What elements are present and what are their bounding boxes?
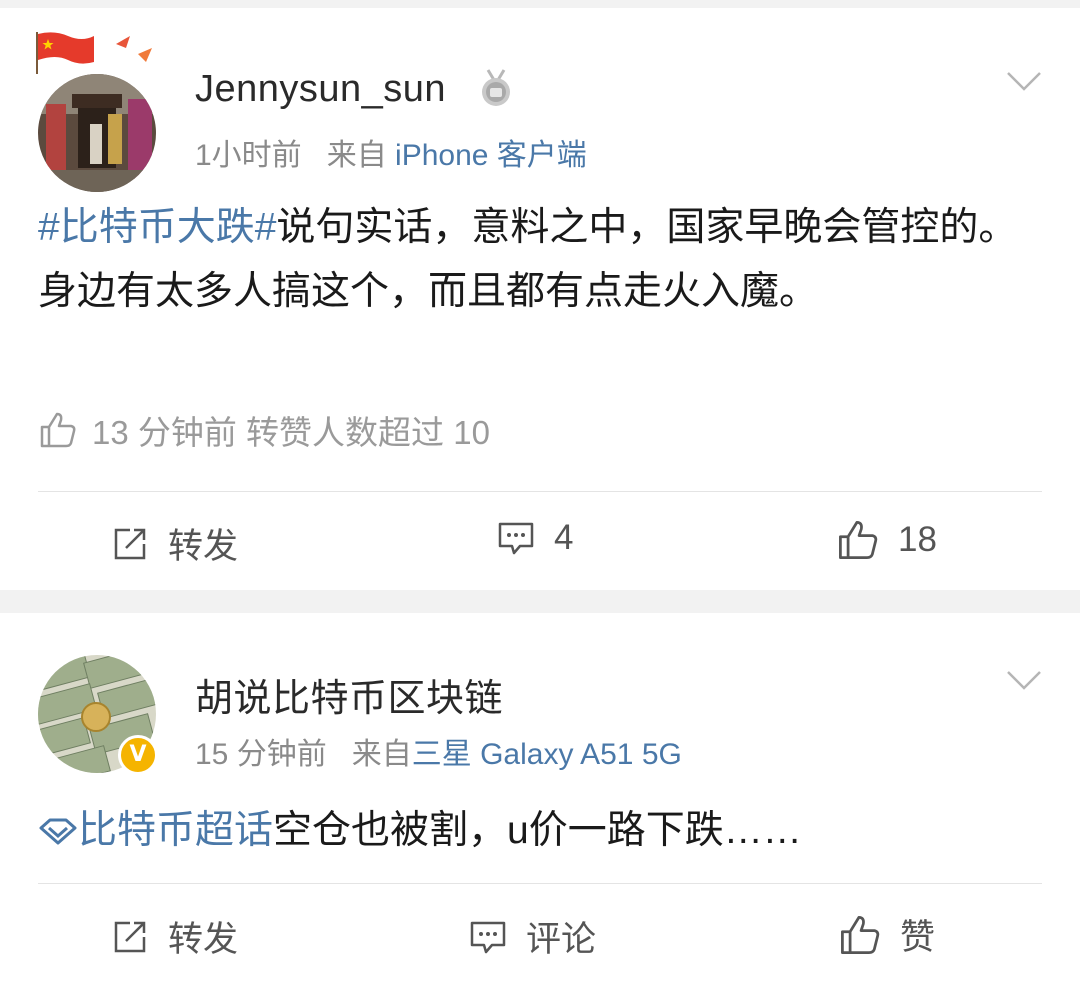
china-flag-icon (36, 32, 94, 74)
post-source[interactable]: 三星 Galaxy A51 5G (412, 738, 682, 771)
supertopic-diamond-icon (39, 818, 77, 845)
post-text: 空仓也被割，u价一路下跌…… (273, 809, 802, 852)
medal-badge-icon[interactable] (478, 68, 514, 108)
thumbs-up-icon (839, 521, 878, 559)
from-prefix: 来自 (326, 139, 387, 172)
repost-icon (114, 921, 146, 952)
username[interactable]: Jennysun_sun (195, 68, 446, 111)
thumbs-up-icon (40, 412, 76, 448)
post-meta: 1小时前 来自 iPhone 客户端 (195, 130, 587, 174)
post-source[interactable]: iPhone 客户端 (395, 139, 587, 172)
chevron-down-icon[interactable] (1006, 70, 1042, 92)
post-time: 1小时前 (195, 139, 302, 172)
post-card: V 胡说比特币区块链 15 分钟前 来自三星 Galaxy A51 5G 比特币… (0, 613, 1080, 988)
comment-button[interactable]: 4 (496, 518, 573, 558)
post-content: #比特币大跌#说句实话，意料之中，国家早晚会管控的。身边有太多人搞这个，而且都有… (38, 196, 1042, 324)
username[interactable]: 胡说比特币区块链 (195, 667, 503, 722)
verified-badge-icon: V (118, 735, 158, 775)
like-button[interactable]: 赞 (838, 909, 935, 960)
comment-icon (470, 921, 506, 953)
supertopic-link[interactable]: 比特币超话 (38, 809, 273, 852)
chevron-down-icon[interactable] (1006, 669, 1042, 691)
decoration-icon (116, 36, 152, 62)
repost-icon (114, 528, 146, 559)
hashtag-link[interactable]: #比特币大跌# (38, 206, 276, 249)
comment-icon (498, 522, 534, 555)
like-info: 13 分钟前 转赞人数超过 10 (38, 406, 490, 454)
avatar[interactable]: V (38, 655, 158, 775)
post-time: 15 分钟前 (195, 738, 327, 771)
from-prefix: 来自 (351, 738, 412, 771)
post-card: Jennysun_sun 1小时前 来自 iPhone 客户端 #比特币大跌#说… (0, 8, 1080, 590)
like-count: 18 (898, 520, 937, 559)
post-content: 比特币超话空仓也被割，u价一路下跌…… (38, 799, 1042, 863)
divider (38, 883, 1042, 884)
repost-button[interactable]: 转发 (110, 518, 238, 569)
like-button[interactable]: 18 (836, 518, 937, 562)
comment-button[interactable]: 评论 (468, 911, 596, 962)
repost-button[interactable]: 转发 (110, 911, 238, 962)
avatar[interactable] (38, 74, 156, 192)
thumbs-up-icon (841, 915, 880, 954)
divider (38, 491, 1042, 492)
comment-count: 4 (554, 518, 574, 557)
post-meta: 15 分钟前 来自三星 Galaxy A51 5G (195, 729, 682, 773)
